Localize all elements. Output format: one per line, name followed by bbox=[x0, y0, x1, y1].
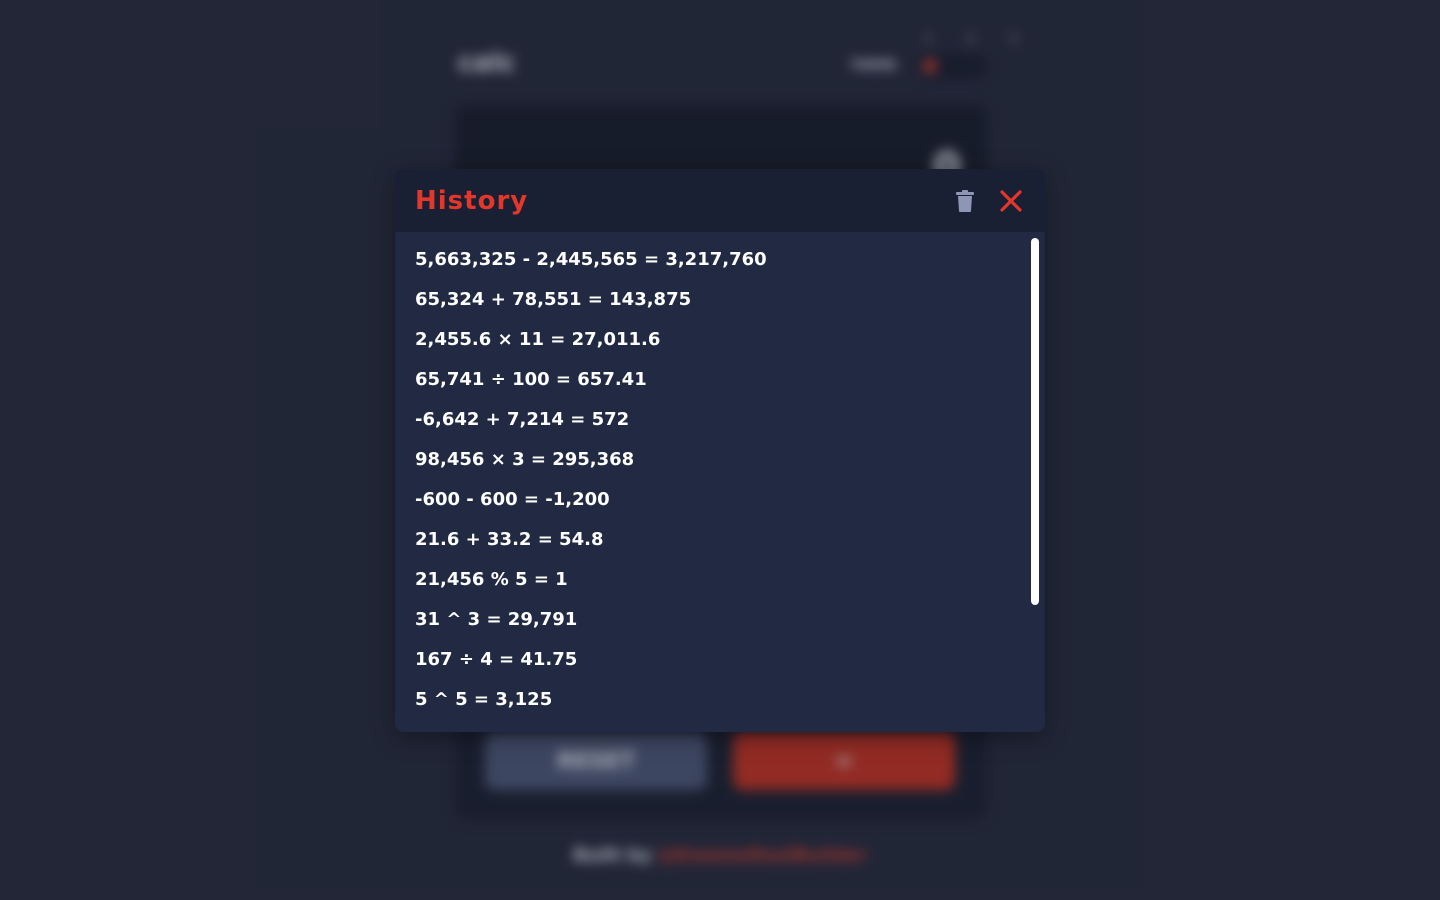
history-entry[interactable]: -6,642 + 7,214 = 572 bbox=[415, 408, 1029, 448]
history-header: History bbox=[395, 169, 1045, 232]
history-entry[interactable]: 5 ^ 5 = 3,125 bbox=[415, 688, 1029, 728]
scrollbar-thumb[interactable] bbox=[1031, 238, 1039, 605]
history-title: History bbox=[415, 185, 529, 216]
history-entry[interactable]: 65,324 + 78,551 = 143,875 bbox=[415, 288, 1029, 328]
history-entry[interactable]: 31 ^ 3 = 29,791 bbox=[415, 608, 1029, 648]
history-entry[interactable]: 2,455.6 × 11 = 27,011.6 bbox=[415, 328, 1029, 368]
history-scrollbar[interactable] bbox=[1031, 237, 1039, 727]
history-entry[interactable]: 98,456 × 3 = 295,368 bbox=[415, 448, 1029, 488]
history-entry[interactable]: 5,663,325 - 2,445,565 = 3,217,760 bbox=[415, 248, 1029, 288]
history-entry[interactable]: 167 ÷ 4 = 41.75 bbox=[415, 648, 1029, 688]
history-entry[interactable]: -600 - 600 = -1,200 bbox=[415, 488, 1029, 528]
clear-history-button[interactable] bbox=[951, 187, 979, 215]
history-modal: History 5,663,325 - 2,445,565 = 3,217,76… bbox=[395, 169, 1045, 732]
history-entry[interactable]: 65,741 ÷ 100 = 657.41 bbox=[415, 368, 1029, 408]
history-list: 5,663,325 - 2,445,565 = 3,217,760 65,324… bbox=[395, 232, 1029, 732]
close-history-button[interactable] bbox=[997, 187, 1025, 215]
close-icon bbox=[1000, 190, 1022, 212]
history-entry[interactable]: 21.6 + 33.2 = 54.8 bbox=[415, 528, 1029, 568]
trash-icon bbox=[956, 190, 974, 212]
history-entry[interactable]: 21,456 % 5 = 1 bbox=[415, 568, 1029, 608]
